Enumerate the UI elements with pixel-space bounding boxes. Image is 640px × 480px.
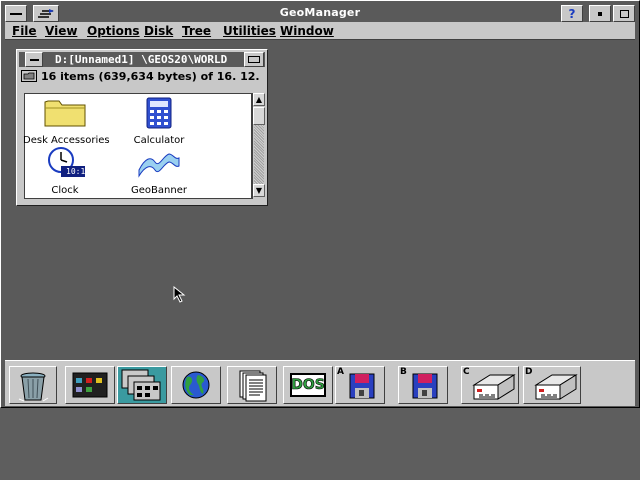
drive-c-tool[interactable]: C (461, 366, 519, 404)
mouse-pointer-icon (173, 286, 186, 303)
folder-maximize-button[interactable] (244, 52, 264, 67)
file-item-label: Desk Accessories (23, 135, 110, 146)
help-button[interactable]: ? (561, 5, 583, 22)
maximize-button[interactable] (613, 5, 635, 22)
tiled-windows-icon (121, 369, 161, 401)
scroll-thumb[interactable] (253, 107, 265, 125)
title-bar[interactable]: GeoManager ? (5, 5, 635, 22)
world-tool[interactable] (171, 366, 221, 404)
folder-contents-pane: Desk Accessories Calculator 10:15 Clock (23, 93, 252, 199)
wastebasket-tool[interactable] (9, 366, 57, 404)
menu-utilities[interactable]: Utilities (223, 24, 276, 38)
menu-view[interactable]: View (45, 24, 77, 38)
hard-disk-icon (472, 374, 516, 400)
folder-maximize-icon (248, 56, 260, 63)
parent-folder-icon[interactable] (21, 70, 37, 82)
folder-path-title: D:[Unnamed1] \GEOS20\WORLD (55, 53, 228, 66)
folder-title-bar[interactable]: D:[Unnamed1] \GEOS20\WORLD (19, 52, 265, 67)
folder-system-menu-icon (29, 58, 39, 61)
window-title: GeoManager (279, 6, 361, 19)
folder-info-text: 16 items (639,634 bytes) of 16. 12. (41, 70, 260, 83)
scroll-up-arrow[interactable]: ▲ (253, 93, 265, 106)
file-item-clock[interactable]: 10:15 Clock (23, 146, 107, 196)
drive-d-tool[interactable]: D (523, 366, 581, 404)
menu-file[interactable]: File (12, 24, 37, 38)
scroll-track[interactable] (254, 125, 264, 184)
drive-d-letter: D (525, 367, 533, 377)
file-item-label: Calculator (133, 135, 185, 146)
geobanner-icon (138, 153, 180, 178)
dos-icon: DOS (290, 373, 326, 397)
tool-bar: DOS A B C D (5, 360, 635, 406)
help-icon: ? (568, 6, 576, 21)
folder-icon (44, 100, 86, 127)
scroll-down-arrow[interactable]: ▼ (253, 184, 265, 197)
drive-c-letter: C (463, 367, 470, 377)
drive-a-letter: A (337, 367, 344, 377)
overlapping-windows-tool[interactable] (65, 366, 115, 404)
document-tool[interactable] (227, 366, 277, 404)
globe-icon (182, 371, 210, 399)
folder-vertical-scrollbar[interactable]: ▲ ▼ (252, 93, 265, 199)
dos-label: DOS (291, 377, 325, 394)
documents-icon (239, 370, 267, 402)
menu-tree[interactable]: Tree (182, 24, 211, 38)
folder-info-bar: 16 items (639,634 bytes) of 16. 12. (21, 70, 265, 86)
overlapping-windows-icon (72, 372, 108, 398)
menu-window[interactable]: Window (280, 24, 334, 38)
minimize-icon (598, 11, 602, 16)
tiled-windows-tool[interactable] (117, 366, 167, 404)
menu-bar: File View Options Disk Tree Utilities Wi… (5, 22, 635, 40)
drive-a-tool[interactable]: A (335, 366, 385, 404)
file-item-geobanner[interactable]: GeoBanner (117, 146, 201, 196)
drive-b-tool[interactable]: B (398, 366, 448, 404)
drive-b-letter: B (400, 367, 407, 377)
minimize-button[interactable] (589, 5, 611, 22)
wastebasket-icon (18, 372, 49, 402)
menu-options[interactable]: Options (87, 24, 140, 38)
file-item-label: Clock (51, 185, 79, 196)
file-item-desk-accessories[interactable]: Desk Accessories (23, 96, 110, 146)
file-item-label: GeoBanner (131, 185, 187, 196)
dos-tool[interactable]: DOS (283, 366, 333, 404)
folder-system-menu-button[interactable] (25, 52, 43, 67)
calculator-icon (146, 97, 172, 129)
clock-digital-readout: 10:15 (66, 167, 91, 176)
file-item-calculator[interactable]: Calculator (117, 96, 201, 146)
menu-disk[interactable]: Disk (144, 24, 173, 38)
folder-window[interactable]: D:[Unnamed1] \GEOS20\WORLD 16 items (639… (16, 49, 268, 206)
maximize-icon (619, 9, 629, 18)
